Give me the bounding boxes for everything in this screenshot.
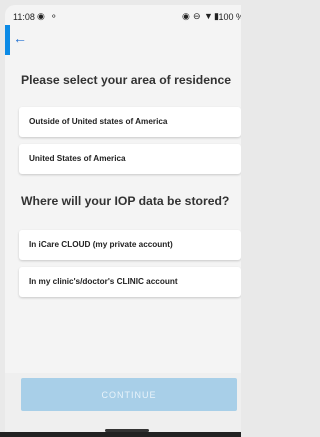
option-clinic-account[interactable]: In my clinic's/doctor's CLINIC account bbox=[19, 267, 241, 297]
back-arrow-icon[interactable]: ← bbox=[13, 30, 27, 46]
eye-icon: ◉ bbox=[182, 11, 190, 21]
residence-title: Please select your area of residence bbox=[21, 73, 232, 87]
device-bottom-edge bbox=[0, 432, 241, 437]
option-icare-cloud[interactable]: In iCare CLOUD (my private account) bbox=[19, 230, 241, 260]
storage-title: Where will your IOP data be stored? bbox=[21, 194, 230, 208]
signal-icon: ⚬ bbox=[50, 11, 58, 21]
do-not-disturb-icon: ⊖ bbox=[193, 11, 201, 21]
option-outside-usa[interactable]: Outside of United states of America bbox=[19, 107, 241, 137]
continue-button[interactable]: CONTINUE bbox=[21, 378, 237, 411]
app-screen: 11:08 ◉ ⚬ ◉ ⊖ ▼ ▮ 100 % ← Please select … bbox=[5, 5, 241, 437]
status-time: 11:08 bbox=[13, 12, 35, 22]
option-usa[interactable]: United States of America bbox=[19, 144, 241, 174]
status-bar: 11:08 ◉ ⚬ ◉ ⊖ ▼ ▮ 100 % bbox=[5, 5, 241, 27]
wifi-icon: ▼ bbox=[204, 11, 213, 21]
battery-level: 100 % bbox=[218, 12, 241, 22]
notification-icon: ◉ bbox=[37, 11, 45, 21]
edge-accent bbox=[5, 25, 10, 55]
